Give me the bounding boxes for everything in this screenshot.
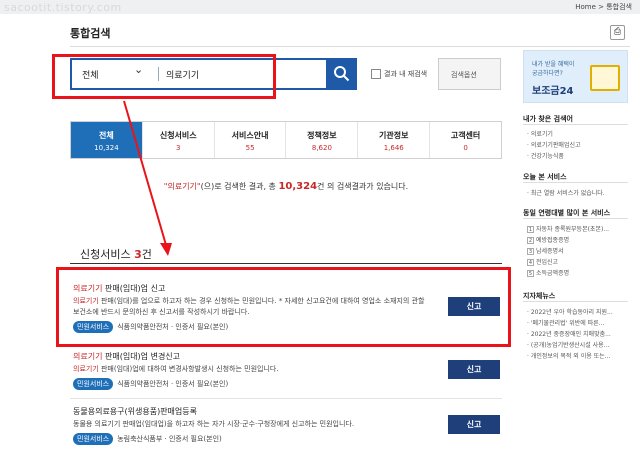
news-text: 2022년 우아 학습동아리 지원... [530, 309, 613, 316]
rank-badge: 3 [527, 248, 534, 255]
today-viewed-title: 오늘 본 서비스 [523, 173, 567, 181]
rank-badge: 2 [527, 237, 534, 244]
sidebar-divider [523, 182, 628, 183]
banner-line2: 궁금하다면? [532, 70, 563, 77]
popular-service-item[interactable]: 5 소득금액증명 [527, 268, 569, 277]
recent-keyword[interactable]: · 건강기능식품 [527, 151, 564, 160]
recent-keyword-text: 건강기능식품 [530, 153, 564, 160]
sidebar-divider [523, 124, 628, 125]
recent-keywords-title: 내가 찾은 검색어 [523, 115, 573, 123]
popular-services-title: 동일 연령대별 많이 본 서비스 [523, 209, 611, 217]
news-text: (공개)농업기반생산시설 사용... [530, 342, 610, 349]
banner-brand: 보조금24 [532, 86, 574, 97]
popular-service-item[interactable]: 4 전입신고 [527, 257, 558, 266]
sidebar-divider [523, 301, 628, 302]
banner-line1: 내가 받을 혜택이 [532, 61, 575, 68]
popular-service-text: 자동차 종록원부등본(초본)... [536, 226, 610, 233]
recent-keyword-text: 의료기기판매업신고 [530, 142, 581, 149]
news-text: '폐기물관리법' 위반에 따른... [530, 320, 605, 327]
news-item[interactable]: · (공개)농업기반생산시설 사용... [527, 340, 609, 349]
local-news-title: 지자체뉴스 [523, 292, 556, 300]
rank-badge: 5 [527, 270, 534, 277]
popular-service-item[interactable]: 3 납세증명서 [527, 246, 564, 255]
popular-service-text: 예방접종증명 [536, 237, 570, 244]
recent-keyword[interactable]: · 의료기기판매업신고 [527, 140, 581, 149]
recent-keyword-text: 의료기기 [530, 131, 553, 138]
news-item[interactable]: · '폐기물관리법' 위반에 따른... [527, 318, 604, 327]
today-viewed-empty: · 최근 열람 서비스가 없습니다. [527, 190, 605, 197]
gift-box-icon [590, 65, 620, 91]
popular-service-item[interactable]: 1 자동차 종록원부등본(초본)... [527, 224, 609, 233]
news-item[interactable]: · 개인정보의 목적 외 이용 또는... [527, 351, 610, 360]
sidebar-divider [523, 218, 628, 219]
today-viewed-empty-text: 최근 열람 서비스가 없습니다. [530, 190, 605, 197]
subsidy24-banner[interactable]: 내가 받을 혜택이 궁금하다면? 보조금24 [523, 50, 628, 103]
news-item[interactable]: · 2022년 우아 학습동아리 지원... [527, 307, 613, 316]
news-item[interactable]: · 2022년 중증장애인 치매맞춤... [527, 329, 611, 338]
rank-badge: 1 [527, 226, 534, 233]
popular-service-text: 전입신고 [536, 259, 559, 266]
rank-badge: 4 [527, 259, 534, 266]
recent-keyword[interactable]: · 의료기기 [527, 129, 553, 138]
popular-service-text: 납세증명서 [536, 248, 564, 255]
popular-service-item[interactable]: 2 예방접종증명 [527, 235, 569, 244]
news-text: 2022년 중증장애인 치매맞춤... [530, 331, 611, 338]
popular-service-text: 소득금액증명 [536, 270, 570, 277]
news-text: 개인정보의 목적 외 이용 또는... [530, 353, 611, 360]
